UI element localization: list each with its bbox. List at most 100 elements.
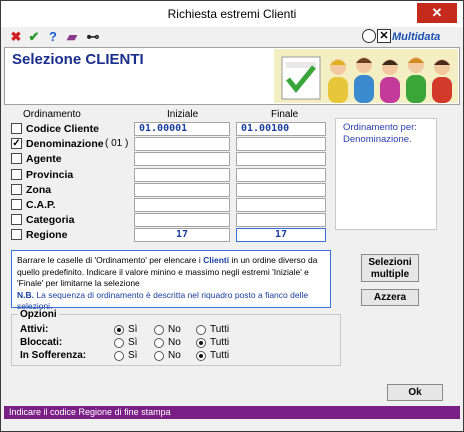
final-value-field[interactable]: [236, 213, 326, 227]
row-label: Denominazione: [26, 138, 104, 150]
sort-checkbox[interactable]: [11, 229, 22, 240]
selection-row: Agente: [11, 152, 331, 166]
option-radio-label: No: [168, 337, 181, 348]
instructions-box: Barrare le caselle di 'Ordinamento' per …: [11, 250, 331, 311]
selection-row: Categoria: [11, 213, 331, 227]
initial-value-field[interactable]: [134, 183, 230, 197]
sort-checkbox[interactable]: [11, 169, 22, 180]
initial-value-field[interactable]: [134, 137, 230, 151]
ok-label: Ok: [408, 387, 422, 398]
final-value-field[interactable]: [236, 137, 326, 151]
initial-value-field[interactable]: [134, 152, 230, 166]
option-radio[interactable]: [196, 351, 206, 361]
window-close-button[interactable]: ✕: [417, 3, 457, 23]
note-nb-text: La sequenza di ordinamento è descritta n…: [17, 289, 309, 312]
page-title: Selezione CLIENTI: [12, 51, 144, 68]
cancel-button[interactable]: ✖: [8, 29, 24, 45]
option-radio[interactable]: [114, 325, 124, 335]
option-label: Attivi:: [20, 324, 49, 335]
initial-value-field[interactable]: [134, 213, 230, 227]
note-text-1: Barrare le caselle di 'Ordinamento' per …: [17, 255, 201, 265]
multidata-logo: ✕ Multidata: [362, 27, 458, 47]
option-radio[interactable]: [196, 338, 206, 348]
sort-checkbox[interactable]: ✓: [11, 138, 22, 149]
row-label: Provincia: [26, 169, 74, 181]
toolbar: ✖ ✔ ? ▰ ⊷ ✕ Multidata: [4, 27, 460, 47]
option-radio-label: Sì: [128, 324, 138, 335]
option-radio[interactable]: [196, 325, 206, 335]
option-radio[interactable]: [154, 338, 164, 348]
row-label: Regione: [26, 229, 68, 241]
sort-checkbox[interactable]: [11, 184, 22, 195]
selection-row: Provincia: [11, 168, 331, 182]
option-radio[interactable]: [154, 351, 164, 361]
window-title: Richiesta estremi Clienti: [167, 7, 297, 21]
help-icon: ?: [49, 29, 57, 44]
option-radio-label: No: [168, 324, 181, 335]
dialog-window: Richiesta estremi Clienti ✕ ✖ ✔ ? ▰ ⊷ ✕ …: [0, 0, 464, 432]
logo-square-icon: ✕: [377, 29, 391, 43]
search-button[interactable]: ⊷: [85, 29, 101, 45]
initial-value-field[interactable]: 01.00001: [134, 122, 230, 136]
option-radio-label: No: [168, 350, 181, 361]
option-radio[interactable]: [154, 325, 164, 335]
ok-button[interactable]: Ok: [387, 384, 443, 401]
final-value-field[interactable]: [236, 198, 326, 212]
selection-row: Regione 17 17: [11, 228, 331, 242]
options-title: Opzioni: [18, 309, 59, 320]
options-group: Opzioni Attivi: Sì No Tutti Bloccati: Sì No Tut…: [11, 309, 341, 366]
selection-row: Codice Cliente 01.00001 01.00100: [11, 122, 331, 136]
final-value-field[interactable]: 17: [236, 228, 326, 242]
final-value-field[interactable]: [236, 152, 326, 166]
row-label: Codice Cliente: [26, 123, 99, 135]
row-label: Categoria: [26, 214, 75, 226]
option-row: Bloccati: Sì No Tutti: [20, 337, 320, 349]
confirm-icon: ✔: [28, 29, 40, 44]
option-label: Bloccati:: [20, 337, 63, 348]
book-button[interactable]: ▰: [64, 29, 80, 45]
initial-value-field[interactable]: [134, 168, 230, 182]
initial-value-field[interactable]: [134, 198, 230, 212]
option-row: Attivi: Sì No Tutti: [20, 324, 320, 336]
binoculars-icon: ⊷: [86, 29, 100, 44]
status-bar: Indicare il codice Regione di fine stamp…: [4, 406, 460, 419]
column-header-iniziale: Iniziale: [167, 109, 199, 120]
option-radio-label: Tutti: [210, 350, 230, 361]
help-button[interactable]: ?: [45, 29, 61, 45]
close-icon: ✕: [431, 5, 443, 20]
final-value-field[interactable]: [236, 168, 326, 182]
customers-illustration: [274, 49, 458, 103]
row-label: C.A.P.: [26, 199, 56, 211]
note-nb: N.B.: [17, 289, 34, 300]
status-text: Indicare il codice Regione di fine stamp…: [9, 407, 171, 417]
sort-checkbox[interactable]: [11, 123, 22, 134]
row-label: Zona: [26, 184, 52, 196]
note-highlight: Clienti: [203, 255, 230, 265]
option-label: In Sofferenza:: [20, 350, 87, 361]
sort-order-info: Ordinamento per: Denominazione.: [335, 118, 437, 230]
initial-value-field[interactable]: 17: [134, 228, 230, 242]
option-radio-label: Tutti: [210, 324, 230, 335]
cancel-icon: ✖: [10, 29, 22, 44]
multiple-selections-button[interactable]: Selezioni multiple: [361, 254, 419, 282]
confirm-button[interactable]: ✔: [26, 29, 42, 45]
title-bar: Richiesta estremi Clienti ✕: [1, 1, 463, 27]
column-header-finale: Finale: [271, 109, 299, 120]
option-radio[interactable]: [114, 351, 124, 361]
final-value-field[interactable]: [236, 183, 326, 197]
reset-button[interactable]: Azzera: [361, 289, 419, 306]
book-icon: ▰: [67, 29, 77, 44]
column-header-ordinamento: Ordinamento: [23, 109, 81, 120]
row-label: Agente: [26, 153, 62, 165]
option-radio-label: Sì: [128, 350, 138, 361]
logo-circle-icon: [362, 29, 376, 43]
sort-checkbox[interactable]: [11, 199, 22, 210]
header-panel: Selezione CLIENTI: [4, 47, 460, 105]
option-row: In Sofferenza: Sì No Tutti: [20, 350, 320, 362]
final-value-field[interactable]: 01.00100: [236, 122, 326, 136]
sort-checkbox[interactable]: [11, 214, 22, 225]
option-radio-label: Sì: [128, 337, 138, 348]
sort-checkbox[interactable]: [11, 153, 22, 164]
selection-row: ✓ Denominazione( 01 ): [11, 137, 331, 151]
option-radio[interactable]: [114, 338, 124, 348]
